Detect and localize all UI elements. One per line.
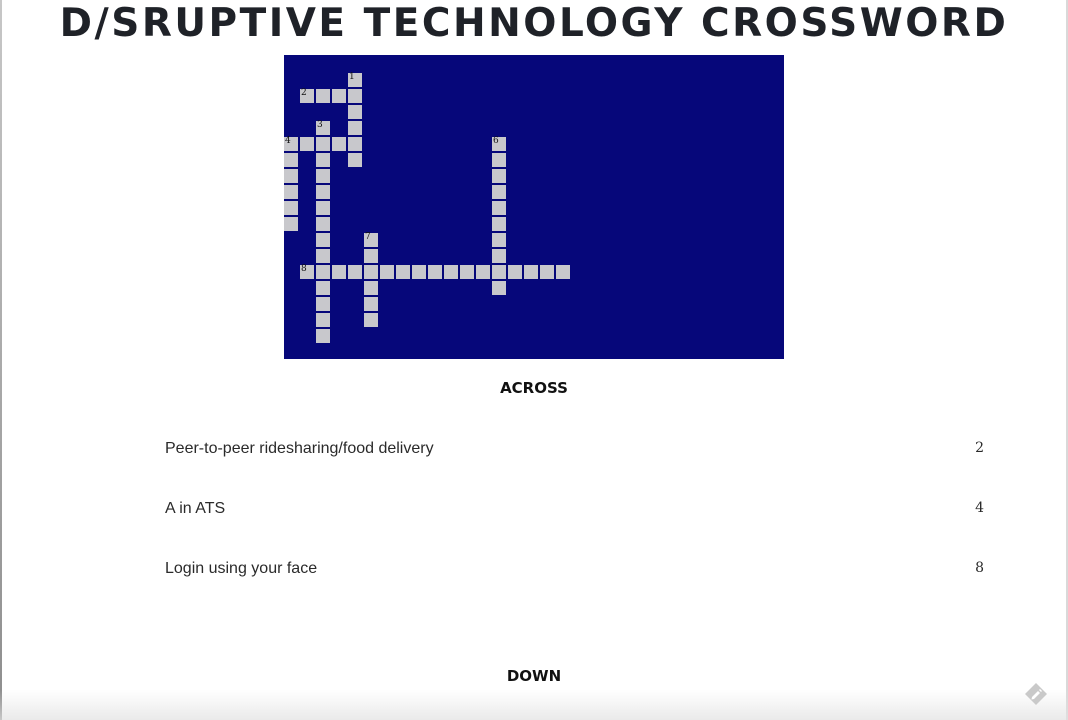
crossword-cell[interactable] [316, 169, 331, 184]
crossword-cell[interactable] [348, 89, 363, 104]
crossword-cell[interactable] [300, 137, 315, 152]
crossword-cell[interactable] [316, 281, 331, 296]
crossword-cell[interactable] [284, 201, 299, 216]
crossword-cell[interactable] [380, 265, 395, 280]
crossword-cell[interactable] [316, 153, 331, 168]
crossword-cell[interactable] [492, 265, 507, 280]
crossword-cell[interactable] [476, 265, 491, 280]
crossword-cell[interactable] [348, 121, 363, 136]
crossword-cell[interactable] [332, 265, 347, 280]
crossword-cell[interactable] [492, 217, 507, 232]
clue-number-label: 1 [349, 72, 355, 82]
crossword-cell[interactable] [316, 217, 331, 232]
clue-number-label: 4 [285, 136, 291, 146]
crossword-cell[interactable] [316, 265, 331, 280]
clue-number-label: 8 [301, 264, 307, 274]
clue-number-label: 6 [493, 136, 499, 146]
crossword-cell[interactable] [364, 281, 379, 296]
crossword-cell[interactable] [316, 137, 331, 152]
crossword-cell[interactable] [492, 249, 507, 264]
crossword-cell[interactable] [444, 265, 459, 280]
crossword-cell[interactable] [348, 153, 363, 168]
clue-text: Login using your face [165, 560, 318, 577]
page-title: D/SRUPTIVE TECHNOLOGY CROSSWORD [59, 1, 1009, 46]
crossword-cell[interactable] [508, 265, 523, 280]
crossword-cell[interactable] [348, 137, 363, 152]
crossword-cell[interactable] [492, 153, 507, 168]
crossword-cell[interactable] [364, 313, 379, 328]
crossword-cell[interactable] [348, 265, 363, 280]
clue-text: A in ATS [165, 500, 226, 517]
crossword-cell[interactable]: 1 [348, 72, 363, 88]
across-clue-row[interactable]: A in ATS 4 [165, 500, 984, 520]
crossword-cell[interactable] [332, 137, 347, 152]
crossword-cell[interactable]: 7 [364, 232, 379, 248]
crossword-cell[interactable] [316, 297, 331, 312]
crossword-cell[interactable] [316, 233, 331, 248]
crossword-cell[interactable] [316, 313, 331, 328]
crossword-cell[interactable] [364, 249, 379, 264]
pencil-badge-icon[interactable] [1024, 682, 1048, 706]
crossword-cell[interactable] [332, 89, 347, 104]
crossword-cell[interactable] [492, 169, 507, 184]
crossword-cell[interactable] [284, 153, 299, 168]
across-heading: ACROSS [500, 379, 568, 397]
crossword-cell[interactable] [524, 265, 539, 280]
crossword-cell[interactable] [316, 201, 331, 216]
crossword-cell[interactable] [412, 265, 427, 280]
crossword-cell[interactable] [316, 185, 331, 200]
crossword-cell[interactable] [316, 249, 331, 264]
crossword-cell[interactable] [364, 265, 379, 280]
crossword-cell[interactable]: 3 [316, 120, 331, 136]
crossword-cell[interactable]: 8 [300, 264, 315, 280]
crossword-cell[interactable] [492, 233, 507, 248]
clue-number: 4 [975, 500, 984, 516]
crossword-cell[interactable] [492, 281, 507, 296]
crossword-cell[interactable] [364, 297, 379, 312]
down-heading: DOWN [506, 667, 562, 685]
crossword-cell[interactable] [284, 169, 299, 184]
crossword-cell[interactable]: 2 [300, 88, 315, 104]
crossword-cell[interactable] [316, 329, 331, 344]
across-clue-row[interactable]: Peer-to-peer ridesharing/food delivery 2 [165, 440, 984, 460]
crossword-cell[interactable] [284, 217, 299, 232]
crossword-cell[interactable] [348, 105, 363, 120]
clue-number: 8 [975, 560, 984, 576]
across-clue-row[interactable]: Login using your face 8 [165, 560, 984, 580]
crossword-cell[interactable] [284, 185, 299, 200]
crossword-cell[interactable] [556, 265, 571, 280]
crossword-grid: 1 2 3 4 6 7 8 [284, 55, 784, 359]
crossword-cell[interactable] [540, 265, 555, 280]
crossword-cell[interactable] [460, 265, 475, 280]
crossword-cell[interactable] [428, 265, 443, 280]
clue-number-label: 7 [365, 232, 371, 242]
crossword-cell[interactable] [316, 89, 331, 104]
crossword-cell[interactable] [492, 201, 507, 216]
clue-number: 2 [975, 440, 984, 456]
clue-text: Peer-to-peer ridesharing/food delivery [165, 440, 434, 457]
crossword-cell[interactable] [492, 185, 507, 200]
clue-number-label: 3 [317, 120, 323, 130]
crossword-cell[interactable] [396, 265, 411, 280]
clue-number-label: 2 [301, 88, 307, 98]
window-left-edge [0, 0, 2, 720]
crossword-cell[interactable]: 4 [284, 136, 299, 152]
crossword-cell[interactable]: 6 [492, 136, 507, 152]
scroll-fade [0, 690, 1068, 720]
